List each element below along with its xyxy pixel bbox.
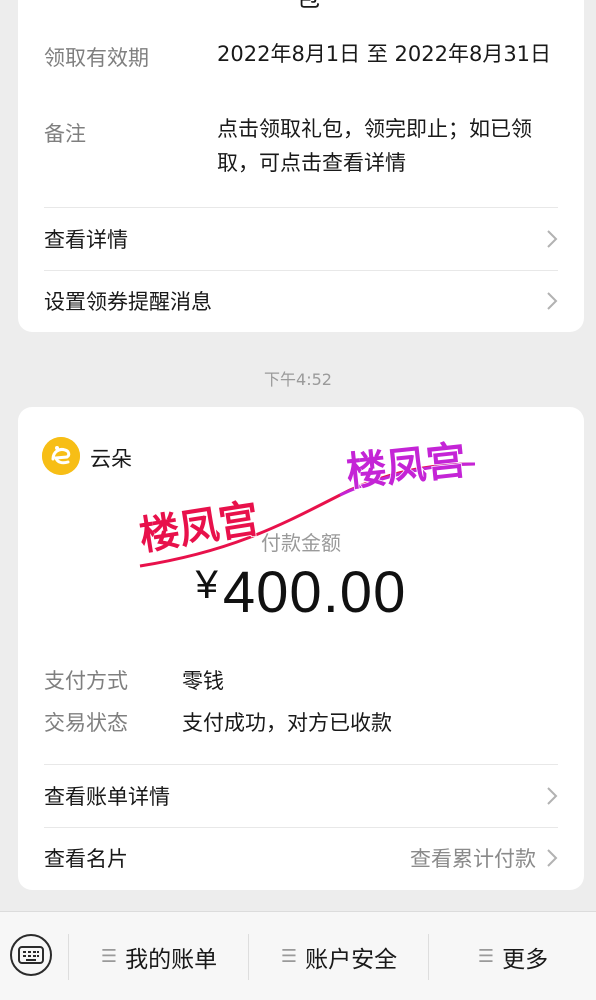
transaction-status-value: 支付成功，对方已收款 (182, 711, 392, 735)
validity-value: 2022年8月1日 至 2022年8月31日 (217, 42, 552, 66)
merchant-name: 云朵 (90, 447, 132, 471)
chevron-right-icon (547, 787, 558, 805)
chevron-right-icon (547, 230, 558, 248)
coupon-card: 包 领取有效期 2022年8月1日 至 2022年8月31日 备注 点击领取礼包… (18, 0, 584, 332)
menu-lines-icon: ☰ (477, 946, 495, 967)
cloud-logo-icon (42, 437, 80, 475)
menu-lines-icon: ☰ (280, 946, 298, 967)
bottom-menu-bar: ☰ 我的账单 ☰ 账户安全 ☰ 更多 (0, 911, 596, 1000)
menu-lines-icon: ☰ (100, 946, 118, 967)
note-value: 点击领取礼包，领完即止；如已领取，可点击查看详情 (217, 117, 532, 175)
menu-more-label: 更多 (502, 946, 549, 973)
payment-amount: ¥400.00 (18, 559, 584, 626)
coupon-reminder-label: 设置领券提醒消息 (44, 290, 212, 314)
menu-my-bills-label: 我的账单 (125, 946, 218, 973)
cumulative-payment-link: 查看累计付款 (410, 847, 536, 871)
coupon-title-fragment: 包 (296, 0, 320, 10)
view-bill-details-label: 查看账单详情 (44, 785, 170, 809)
keyboard-icon (18, 946, 44, 964)
keyboard-toggle-button[interactable] (10, 934, 52, 976)
note-label: 备注 (44, 122, 86, 146)
view-bill-details-row[interactable]: 查看账单详情 (18, 765, 584, 827)
menu-account-security[interactable]: ☰ 账户安全 (250, 912, 428, 1000)
message-timestamp: 下午4:52 (264, 370, 332, 389)
chevron-right-icon (547, 849, 558, 867)
menu-my-bills[interactable]: ☰ 我的账单 (70, 912, 248, 1000)
payment-method-label: 支付方式 (44, 669, 128, 693)
menu-separator (428, 934, 429, 980)
payment-card: 云朵 付款金额 ¥400.00 支付方式 零钱 交易状态 支付成功，对方已收款 … (18, 407, 584, 890)
validity-label: 领取有效期 (44, 46, 149, 70)
view-details-row[interactable]: 查看详情 (18, 208, 584, 270)
amount-title: 付款金额 (261, 531, 341, 555)
menu-separator (248, 934, 249, 980)
menu-separator (68, 934, 69, 980)
view-card-label: 查看名片 (44, 847, 128, 871)
view-card-row[interactable]: 查看名片 查看累计付款 (18, 827, 584, 889)
payment-method-value: 零钱 (182, 669, 224, 693)
currency-symbol: ¥ (195, 563, 219, 607)
menu-account-security-label: 账户安全 (305, 946, 398, 973)
chevron-right-icon (547, 292, 558, 310)
coupon-reminder-row[interactable]: 设置领券提醒消息 (18, 270, 584, 332)
view-details-label: 查看详情 (44, 228, 128, 252)
transaction-status-label: 交易状态 (44, 711, 128, 735)
menu-more[interactable]: ☰ 更多 (430, 912, 596, 1000)
amount-value: 400.00 (222, 560, 407, 625)
